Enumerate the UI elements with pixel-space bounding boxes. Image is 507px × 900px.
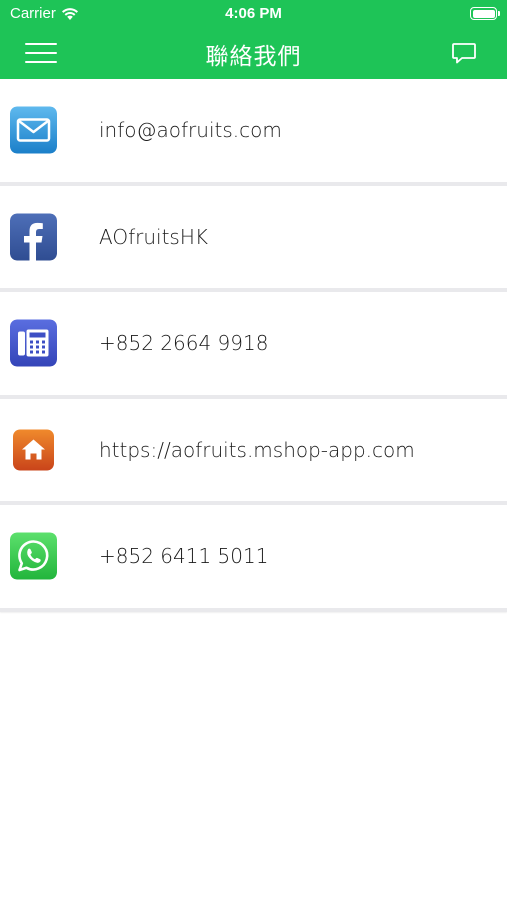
whatsapp-icon: [10, 532, 57, 580]
whatsapp-number: +852 6411 5011: [99, 544, 269, 569]
email-address: info@aofruits.com: [99, 118, 282, 143]
status-bar: Carrier 4:06 PM: [0, 0, 507, 28]
contact-row-whatsapp[interactable]: +852 6411 5011: [0, 505, 507, 612]
contact-row-phone[interactable]: +852 2664 9918: [0, 292, 507, 399]
website-url: https://aofruits.mshop-app.com: [99, 437, 415, 462]
phone-number: +852 2664 9918: [99, 331, 269, 356]
phone-icon: [10, 319, 57, 367]
home-icon: [13, 429, 54, 471]
nav-bar: 聯絡我們: [0, 28, 507, 79]
chat-icon[interactable]: [451, 40, 477, 66]
facebook-icon: [10, 213, 57, 261]
page-title: 聯絡我們: [205, 44, 302, 70]
contact-row-facebook[interactable]: AOfruitsHK: [0, 185, 507, 292]
status-time: 4:06 PM: [225, 5, 282, 22]
mail-icon: [10, 106, 57, 154]
contact-list: info@aofruits.com AOfruitsHK +852 2664 9…: [0, 79, 507, 612]
facebook-name: AOfruitsHK: [99, 224, 208, 249]
contact-row-website[interactable]: https://aofruits.mshop-app.com: [0, 398, 507, 505]
contact-row-email[interactable]: info@aofruits.com: [0, 79, 507, 186]
battery-icon: [470, 7, 500, 20]
